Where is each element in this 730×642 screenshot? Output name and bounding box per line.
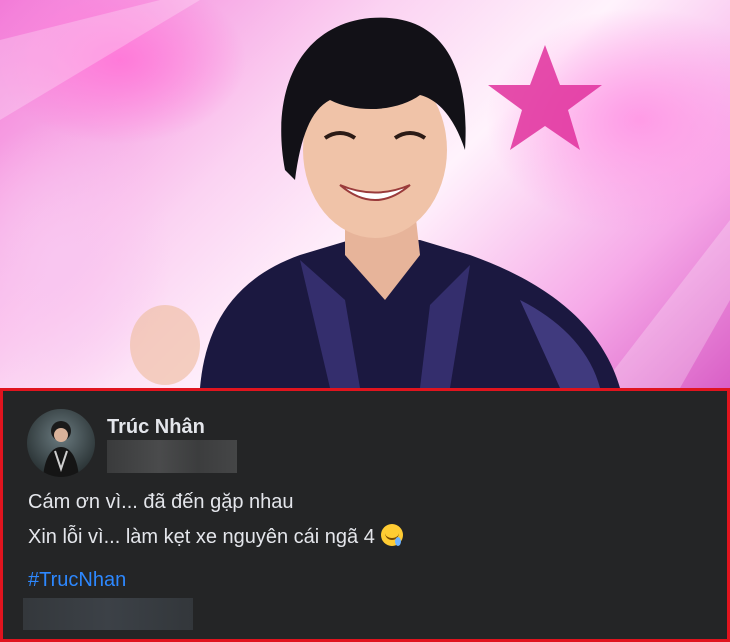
post-footer-redacted (23, 598, 193, 630)
author-avatar[interactable] (27, 409, 95, 477)
post-text-line-1: Cám ơn vì... đã đến gặp nhau (28, 491, 294, 513)
hashtag-link[interactable]: #TrucNhan (28, 569, 126, 592)
post-text-line: Xin lỗi vì... làm kẹt xe nguyên cái ngã … (28, 524, 403, 549)
post-card: Trúc Nhân Cám ơn vì... đã đến gặp nhau X… (0, 388, 730, 642)
performer-photo (0, 0, 730, 388)
star-shape (488, 45, 602, 150)
photo-illustration (0, 0, 730, 388)
post-text-line-2: Xin lỗi vì... làm kẹt xe nguyên cái ngã … (28, 526, 375, 548)
author-name[interactable]: Trúc Nhân (107, 416, 205, 439)
drooling-face-emoji-icon (380, 524, 403, 546)
post-text-line: Cám ơn vì... đã đến gặp nhau (28, 491, 294, 514)
avatar-icon (43, 421, 79, 477)
post-timestamp-redacted (107, 440, 237, 473)
